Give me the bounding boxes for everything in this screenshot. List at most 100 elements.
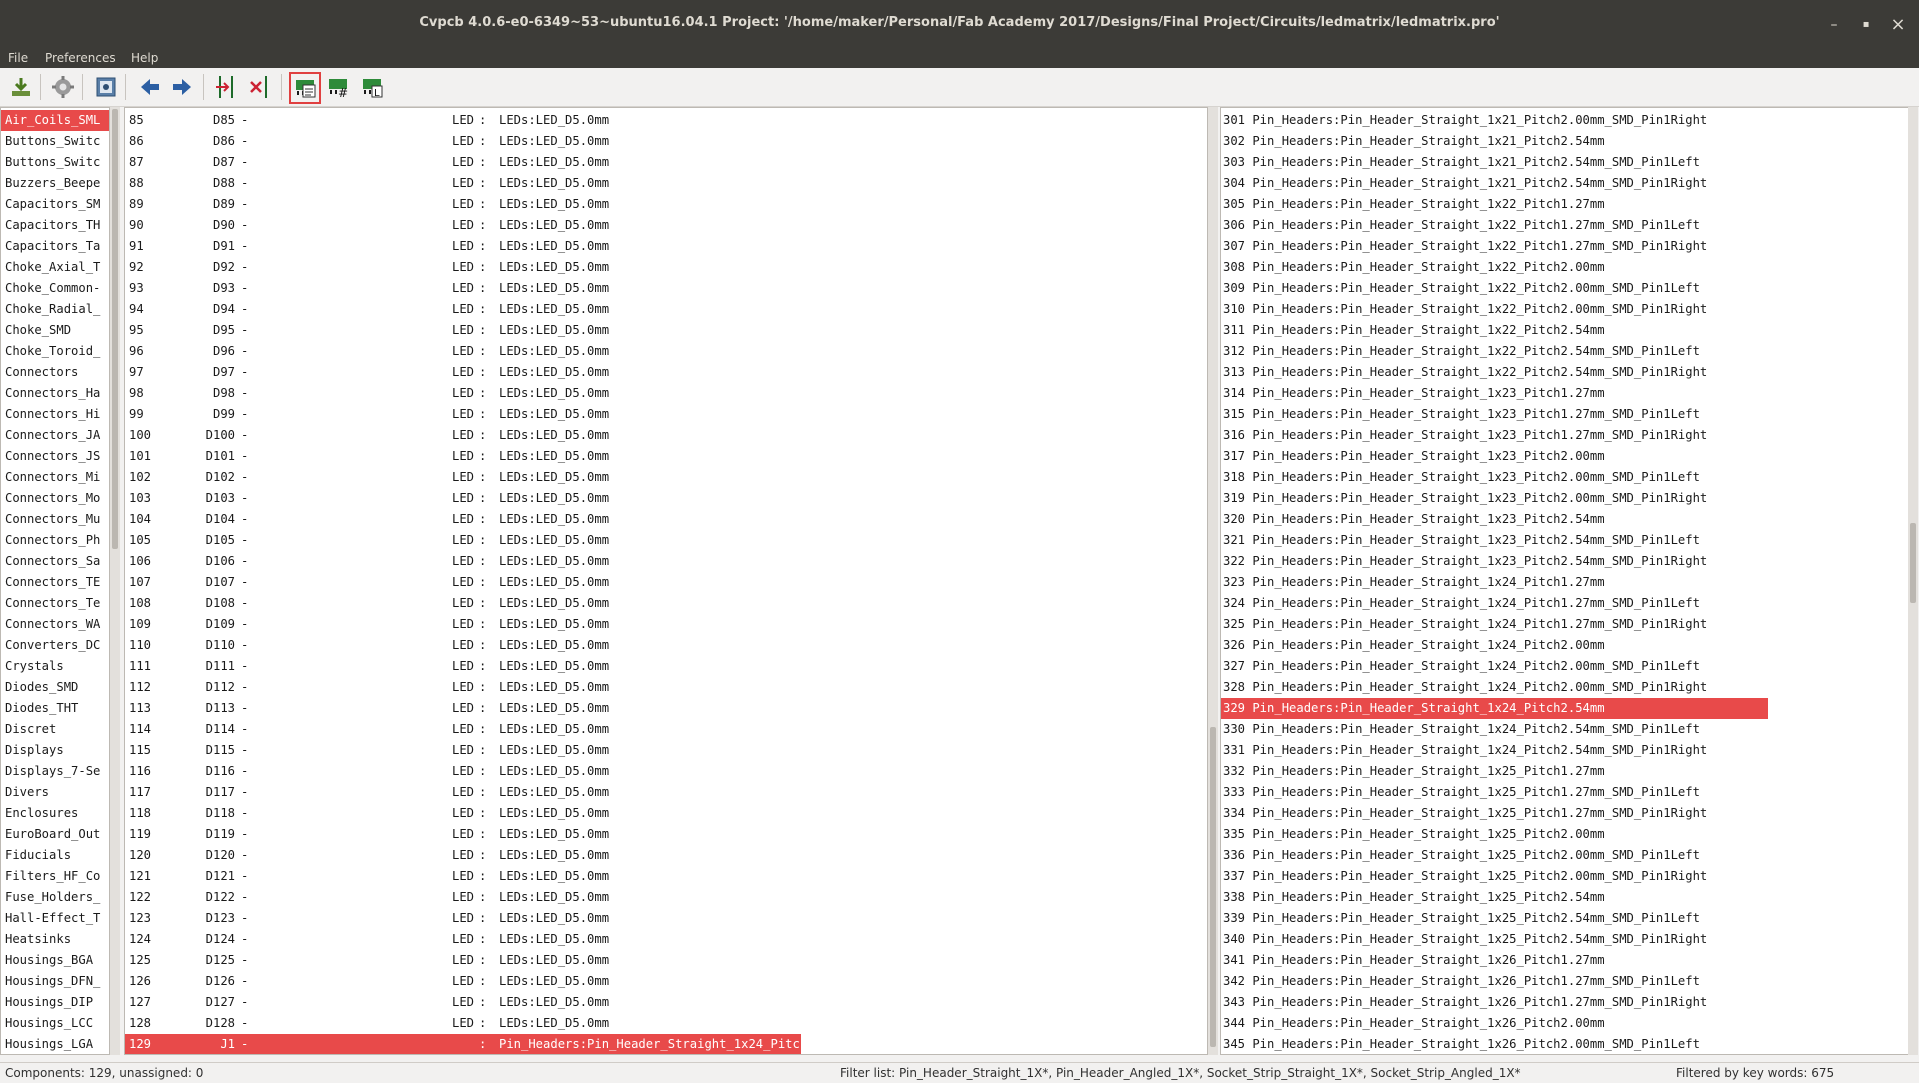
- library-item[interactable]: Choke_Axial_T: [1, 257, 109, 278]
- library-item[interactable]: Connectors_Ph: [1, 530, 109, 551]
- component-row[interactable]: 89 D89- LED: LEDs:LED_D5.0mm: [125, 194, 1207, 215]
- library-item[interactable]: Connectors_Te: [1, 593, 109, 614]
- footprint-item[interactable]: 303 Pin_Headers:Pin_Header_Straight_1x21…: [1221, 152, 1908, 173]
- library-item[interactable]: Connectors_Hi: [1, 404, 109, 425]
- footprint-item[interactable]: 318 Pin_Headers:Pin_Header_Straight_1x23…: [1221, 467, 1908, 488]
- library-item[interactable]: Connectors_Mo: [1, 488, 109, 509]
- footprint-item[interactable]: 325 Pin_Headers:Pin_Header_Straight_1x24…: [1221, 614, 1908, 635]
- library-item[interactable]: Heatsinks: [1, 929, 109, 950]
- footprint-item[interactable]: 342 Pin_Headers:Pin_Header_Straight_1x26…: [1221, 971, 1908, 992]
- component-row[interactable]: 114 D114- LED: LEDs:LED_D5.0mm: [125, 719, 1207, 740]
- minimize-button[interactable]: –: [1825, 16, 1843, 34]
- component-list[interactable]: 85 D85 - LED: LEDs:LED_D5.0mm 86 D86 - LED: LEDs:…: [124, 107, 1208, 1055]
- footprint-item[interactable]: 340 Pin_Headers:Pin_Header_Straight_1x25…: [1221, 929, 1908, 950]
- library-item[interactable]: Air_Coils_SML: [1, 110, 109, 131]
- component-row[interactable]: 110 D110- LED: LEDs:LED_D5.0mm: [125, 635, 1207, 656]
- component-row[interactable]: 113 D113- LED: LEDs:LED_D5.0mm: [125, 698, 1207, 719]
- component-row[interactable]: 123 D123- LED: LEDs:LED_D5.0mm: [125, 908, 1207, 929]
- library-item[interactable]: Choke_Toroid_: [1, 341, 109, 362]
- library-item[interactable]: Capacitors_Ta: [1, 236, 109, 257]
- footprint-item[interactable]: 304 Pin_Headers:Pin_Header_Straight_1x21…: [1221, 173, 1908, 194]
- component-row[interactable]: 122 D122- LED: LEDs:LED_D5.0mm: [125, 887, 1207, 908]
- library-item[interactable]: Displays_7-Se: [1, 761, 109, 782]
- footprint-item[interactable]: 338 Pin_Headers:Pin_Header_Straight_1x25…: [1221, 887, 1908, 908]
- component-row[interactable]: 96 D96- LED: LEDs:LED_D5.0mm: [125, 341, 1207, 362]
- component-row[interactable]: 118 D118- LED: LEDs:LED_D5.0mm: [125, 803, 1207, 824]
- library-item[interactable]: Crystals: [1, 656, 109, 677]
- footprint-item[interactable]: 327 Pin_Headers:Pin_Header_Straight_1x24…: [1221, 656, 1908, 677]
- component-row[interactable]: 127 D127- LED: LEDs:LED_D5.0mm: [125, 992, 1207, 1013]
- component-row[interactable]: 112 D112- LED: LEDs:LED_D5.0mm: [125, 677, 1207, 698]
- footprint-item[interactable]: 301 Pin_Headers:Pin_Header_Straight_1x21…: [1221, 110, 1908, 131]
- settings-icon[interactable]: [50, 74, 76, 100]
- component-row[interactable]: 109 D109- LED: LEDs:LED_D5.0mm: [125, 614, 1207, 635]
- component-row[interactable]: 120 D120- LED: LEDs:LED_D5.0mm: [125, 845, 1207, 866]
- library-item[interactable]: Connectors_TE: [1, 572, 109, 593]
- footprint-item[interactable]: 311 Pin_Headers:Pin_Header_Straight_1x22…: [1221, 320, 1908, 341]
- footprint-item[interactable]: 308 Pin_Headers:Pin_Header_Straight_1x22…: [1221, 257, 1908, 278]
- footprint-item[interactable]: 329 Pin_Headers:Pin_Header_Straight_1x24…: [1221, 698, 1768, 719]
- library-item[interactable]: Connectors_Mi: [1, 467, 109, 488]
- footprint-item[interactable]: 324 Pin_Headers:Pin_Header_Straight_1x24…: [1221, 593, 1908, 614]
- component-row[interactable]: 107 D107- LED: LEDs:LED_D5.0mm: [125, 572, 1207, 593]
- footprint-item[interactable]: 326 Pin_Headers:Pin_Header_Straight_1x24…: [1221, 635, 1908, 656]
- component-row[interactable]: 129J1-CONN_01X24:Pin_Headers:Pin_Header_…: [125, 1034, 851, 1054]
- library-item[interactable]: Capacitors_TH: [1, 215, 109, 236]
- footprint-item[interactable]: 339 Pin_Headers:Pin_Header_Straight_1x25…: [1221, 908, 1908, 929]
- library-item[interactable]: Diodes_THT: [1, 698, 109, 719]
- library-item[interactable]: Divers: [1, 782, 109, 803]
- footprint-item[interactable]: 320 Pin_Headers:Pin_Header_Straight_1x23…: [1221, 509, 1908, 530]
- component-row[interactable]: 116 D116- LED: LEDs:LED_D5.0mm: [125, 761, 1207, 782]
- footprint-item[interactable]: 334 Pin_Headers:Pin_Header_Straight_1x25…: [1221, 803, 1908, 824]
- component-row[interactable]: 93 D93- LED: LEDs:LED_D5.0mm: [125, 278, 1207, 299]
- component-row[interactable]: 126 D126- LED: LEDs:LED_D5.0mm: [125, 971, 1207, 992]
- library-item[interactable]: Diodes_SMD: [1, 677, 109, 698]
- footprint-item[interactable]: 328 Pin_Headers:Pin_Header_Straight_1x24…: [1221, 677, 1908, 698]
- footprint-item[interactable]: 310 Pin_Headers:Pin_Header_Straight_1x22…: [1221, 299, 1908, 320]
- filter-by-library-icon[interactable]: L: [359, 74, 385, 100]
- component-row[interactable]: 98 D98- LED: LEDs:LED_D5.0mm: [125, 383, 1207, 404]
- footprint-item[interactable]: 312 Pin_Headers:Pin_Header_Straight_1x22…: [1221, 341, 1908, 362]
- library-item[interactable]: Choke_SMD: [1, 320, 109, 341]
- component-row[interactable]: 104 D104- LED: LEDs:LED_D5.0mm: [125, 509, 1207, 530]
- library-item[interactable]: Discret: [1, 719, 109, 740]
- footprint-item[interactable]: 315 Pin_Headers:Pin_Header_Straight_1x23…: [1221, 404, 1908, 425]
- library-item[interactable]: Hall-Effect_T: [1, 908, 109, 929]
- component-row[interactable]: 91 D91- LED: LEDs:LED_D5.0mm: [125, 236, 1207, 257]
- filter-by-pin-count-icon[interactable]: #: [325, 74, 351, 100]
- component-row[interactable]: 103 D103- LED: LEDs:LED_D5.0mm: [125, 488, 1207, 509]
- footprint-scrollbar-thumb[interactable]: [1910, 523, 1916, 603]
- library-item[interactable]: Displays: [1, 740, 109, 761]
- menu-help[interactable]: Help: [131, 51, 158, 65]
- component-row[interactable]: 87 D87- LED: LEDs:LED_D5.0mm: [125, 152, 1207, 173]
- library-item[interactable]: Fiducials: [1, 845, 109, 866]
- library-item[interactable]: Capacitors_SM: [1, 194, 109, 215]
- component-row[interactable]: 124 D124- LED: LEDs:LED_D5.0mm: [125, 929, 1207, 950]
- library-scrollbar-thumb[interactable]: [112, 109, 118, 549]
- component-row[interactable]: 117 D117- LED: LEDs:LED_D5.0mm: [125, 782, 1207, 803]
- component-scrollbar[interactable]: [1208, 107, 1218, 1055]
- footprint-item[interactable]: 332 Pin_Headers:Pin_Header_Straight_1x25…: [1221, 761, 1908, 782]
- library-list[interactable]: Air_Coils_SML Buttons_Switc Buttons_Switc B…: [0, 107, 110, 1055]
- library-item[interactable]: Housings_DIP: [1, 992, 109, 1013]
- component-row[interactable]: 100 D100- LED: LEDs:LED_D5.0mm: [125, 425, 1207, 446]
- footprint-item[interactable]: 309 Pin_Headers:Pin_Header_Straight_1x22…: [1221, 278, 1908, 299]
- footprint-item[interactable]: 323 Pin_Headers:Pin_Header_Straight_1x24…: [1221, 572, 1908, 593]
- component-row[interactable]: 106 D106- LED: LEDs:LED_D5.0mm: [125, 551, 1207, 572]
- maximize-button[interactable]: ▪: [1857, 16, 1875, 34]
- delete-associations-icon[interactable]: [247, 74, 273, 100]
- library-item[interactable]: Housings_LCC: [1, 1013, 109, 1034]
- library-item[interactable]: Connectors_WA: [1, 614, 109, 635]
- footprint-item[interactable]: 316 Pin_Headers:Pin_Header_Straight_1x23…: [1221, 425, 1908, 446]
- footprint-item[interactable]: 306 Pin_Headers:Pin_Header_Straight_1x22…: [1221, 215, 1908, 236]
- component-row[interactable]: 85 D85- LED: LEDs:LED_D5.0mm: [125, 110, 1207, 131]
- footprint-item[interactable]: 330 Pin_Headers:Pin_Header_Straight_1x24…: [1221, 719, 1908, 740]
- library-item[interactable]: Connectors_Sa: [1, 551, 109, 572]
- component-row[interactable]: 121 D121- LED: LEDs:LED_D5.0mm: [125, 866, 1207, 887]
- footprint-item[interactable]: 302 Pin_Headers:Pin_Header_Straight_1x21…: [1221, 131, 1908, 152]
- component-row[interactable]: 128 D128- LED: LEDs:LED_D5.0mm: [125, 1013, 1207, 1034]
- component-row[interactable]: 97 D97- LED: LEDs:LED_D5.0mm: [125, 362, 1207, 383]
- library-item[interactable]: Fuse_Holders_: [1, 887, 109, 908]
- library-item[interactable]: Housings_DFN_: [1, 971, 109, 992]
- component-row[interactable]: 102 D102- LED: LEDs:LED_D5.0mm: [125, 467, 1207, 488]
